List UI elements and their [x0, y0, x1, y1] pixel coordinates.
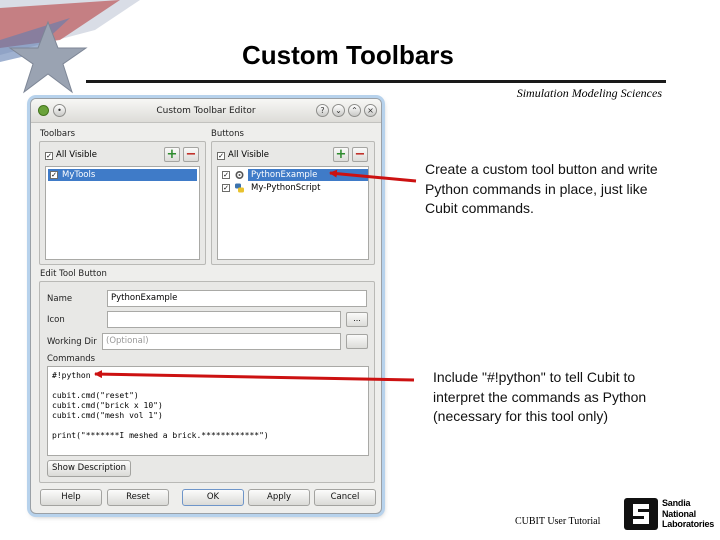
- button-item-checkbox[interactable]: ✓: [222, 184, 230, 192]
- edit-tool-button-label: Edit Tool Button: [40, 269, 107, 279]
- title-rule: [86, 80, 666, 83]
- reset-button[interactable]: Reset: [107, 489, 169, 506]
- slide-title: Custom Toolbars: [242, 40, 454, 70]
- toolbar-item-mytools[interactable]: ✓ MyTools: [48, 169, 197, 181]
- toolbars-panel: ✓ All Visible + − ✓ MyTools: [39, 141, 206, 265]
- close-icon[interactable]: ×: [364, 104, 377, 117]
- logo-line-2: National: [662, 508, 696, 519]
- maximize-icon[interactable]: ⌃: [348, 104, 361, 117]
- toolbars-list[interactable]: ✓ MyTools: [45, 166, 200, 260]
- logo-line-3: Laboratories: [662, 519, 715, 529]
- sandia-logo-icon: [624, 498, 658, 530]
- toolbar-item-label: MyTools: [62, 170, 96, 180]
- button-item-label: My-PythonScript: [251, 183, 321, 193]
- show-description-button[interactable]: Show Description: [47, 460, 131, 477]
- icon-field[interactable]: [107, 311, 341, 328]
- apply-button[interactable]: Apply: [248, 489, 310, 506]
- name-label: Name: [47, 294, 73, 304]
- help-button[interactable]: Help: [40, 489, 102, 506]
- ok-button[interactable]: OK: [182, 489, 244, 506]
- browse-icon-button[interactable]: ...: [346, 312, 368, 327]
- name-field[interactable]: PythonExample: [107, 290, 367, 307]
- button-item-checkbox[interactable]: ✓: [222, 171, 230, 179]
- button-item-label: PythonExample: [248, 169, 368, 181]
- slide-subtitle: Simulation Modeling Sciences: [516, 86, 662, 100]
- star-decoration: [0, 0, 140, 94]
- edit-tool-button-panel: Name PythonExample Icon ... Working Dir …: [39, 281, 375, 483]
- buttons-all-visible-checkbox[interactable]: ✓: [217, 152, 225, 160]
- callout-python-hint: Include "#!python" to tell Cubit to inte…: [433, 369, 647, 424]
- logo-line-1: Sandia: [662, 498, 691, 508]
- cancel-button[interactable]: Cancel: [314, 489, 376, 506]
- sandia-logo-text: Sandia National Laboratories: [662, 498, 714, 530]
- help-icon[interactable]: ?: [316, 104, 329, 117]
- buttons-list[interactable]: ✓ PythonExample ✓ My-PythonScript: [217, 166, 369, 260]
- buttons-panel: ✓ All Visible + − ✓ PythonExample ✓ My-Py…: [211, 141, 375, 265]
- dialog-titlebar[interactable]: • Custom Toolbar Editor ? ⌄ ⌃ ×: [31, 99, 381, 123]
- custom-toolbar-editor-dialog: • Custom Toolbar Editor ? ⌄ ⌃ × Toolbars…: [30, 98, 382, 514]
- browse-dir-button[interactable]: [346, 334, 368, 349]
- button-item-my-python-script[interactable]: ✓ My-PythonScript: [220, 182, 368, 194]
- icon-label: Icon: [47, 315, 65, 325]
- minimize-icon[interactable]: ⌄: [332, 104, 345, 117]
- commands-label: Commands: [47, 354, 96, 364]
- toolbars-all-visible-label: All Visible: [56, 150, 98, 160]
- working-dir-label: Working Dir: [47, 337, 97, 347]
- add-button-button[interactable]: +: [333, 147, 349, 162]
- toolbars-all-visible[interactable]: ✓ All Visible: [45, 150, 97, 160]
- python-icon: [234, 183, 245, 193]
- gear-icon: [234, 170, 245, 180]
- button-item-python-example[interactable]: ✓ PythonExample: [220, 169, 368, 181]
- buttons-all-visible[interactable]: ✓ All Visible: [217, 150, 269, 160]
- commands-editor[interactable]: #!python cubit.cmd("reset") cubit.cmd("b…: [47, 366, 369, 456]
- footer-text: CUBIT User Tutorial: [515, 516, 601, 527]
- buttons-label: Buttons: [211, 129, 244, 139]
- add-toolbar-button[interactable]: +: [164, 147, 180, 162]
- toolbars-all-visible-checkbox[interactable]: ✓: [45, 152, 53, 160]
- toolbars-label: Toolbars: [40, 129, 76, 139]
- remove-toolbar-button[interactable]: −: [183, 147, 199, 162]
- callout-create-button: Create a custom tool button and write Py…: [425, 161, 658, 216]
- working-dir-field[interactable]: (Optional): [102, 333, 341, 350]
- remove-button-button[interactable]: −: [352, 147, 368, 162]
- buttons-all-visible-label: All Visible: [228, 150, 270, 160]
- toolbar-item-checkbox[interactable]: ✓: [50, 171, 58, 179]
